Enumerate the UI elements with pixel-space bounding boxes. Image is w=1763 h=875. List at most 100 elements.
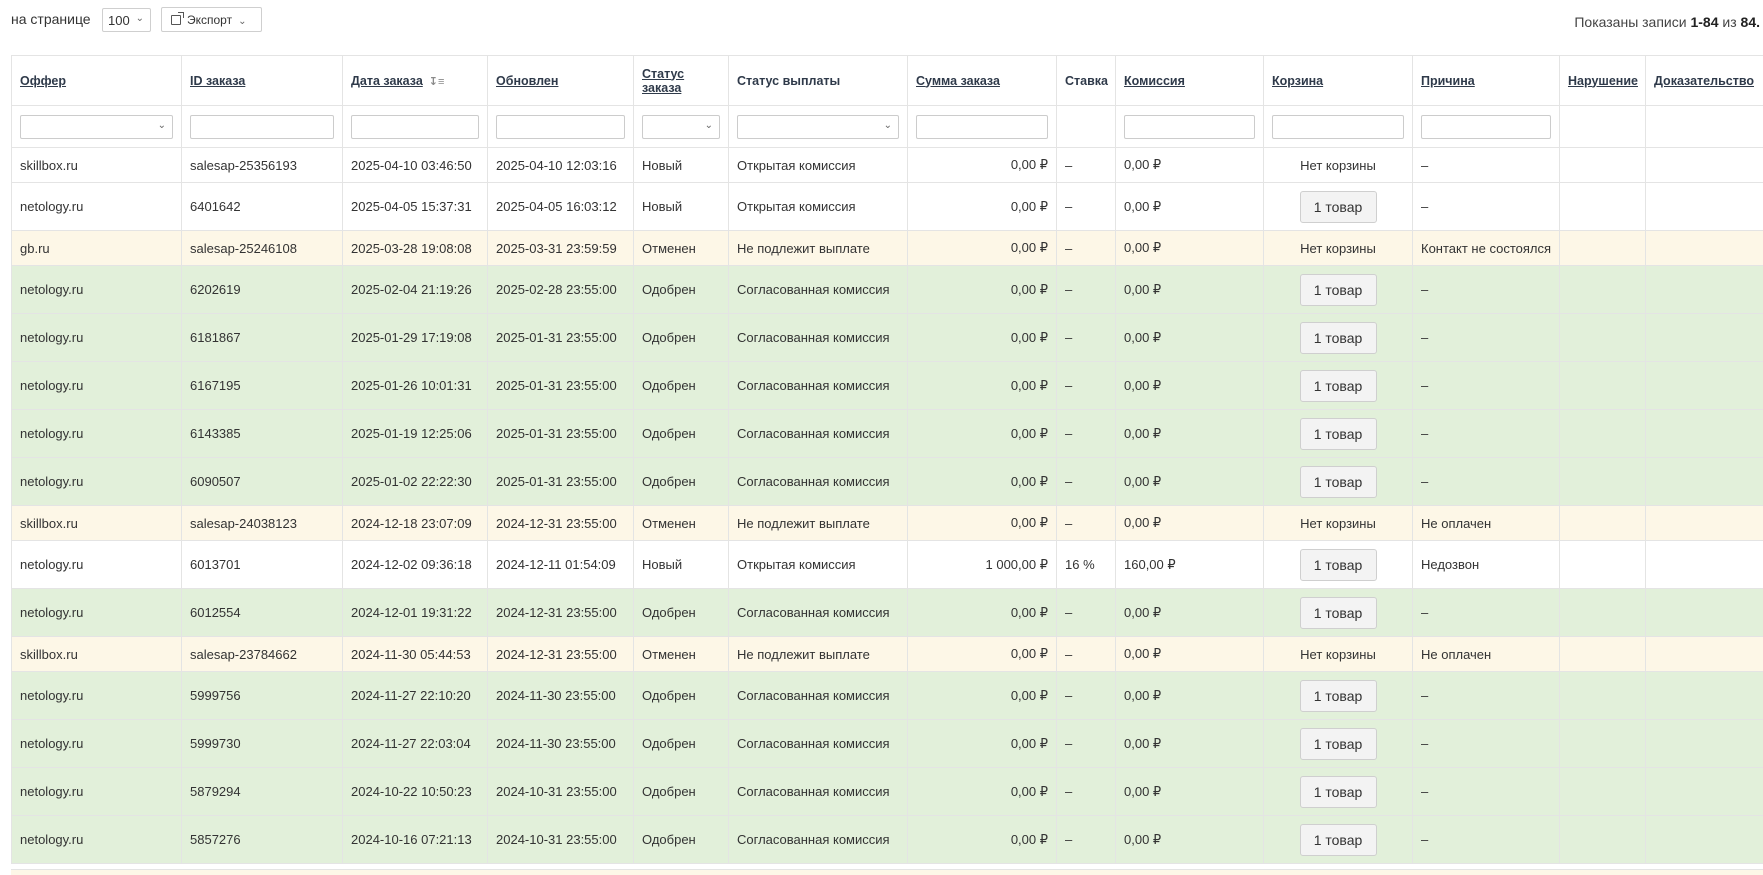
order-status-cell: Одобрен bbox=[633, 265, 729, 314]
order-date-cell: 2024-12-18 23:07:09 bbox=[342, 505, 488, 541]
cart-cell: Нет корзины bbox=[1263, 505, 1413, 541]
payout-status-cell: Открытая комиссия bbox=[728, 182, 908, 231]
sort-reason-link[interactable]: Причина bbox=[1421, 74, 1475, 88]
filter-cell bbox=[1056, 105, 1116, 148]
cart-button[interactable]: 1 товар bbox=[1299, 417, 1377, 450]
cart-cell: 1 товар bbox=[1263, 540, 1413, 589]
filter-cell bbox=[1559, 105, 1646, 148]
rate-cell: – bbox=[1056, 361, 1116, 410]
payout-status-cell: Согласованная комиссия bbox=[728, 767, 908, 816]
proof-cell bbox=[1645, 182, 1763, 231]
reason-cell: Недозвон bbox=[1412, 540, 1560, 589]
order-id-cell: 5879294 bbox=[181, 767, 343, 816]
col-offer-header[interactable]: Оффер bbox=[11, 55, 182, 106]
order-date-cell: 2025-02-04 21:19:26 bbox=[342, 265, 488, 314]
cart-filter-input[interactable] bbox=[1272, 114, 1404, 139]
cart-button[interactable]: 1 товар bbox=[1299, 548, 1377, 581]
order-sum-cell: 0,00 ₽ bbox=[907, 767, 1057, 816]
cart-cell: Нет корзины bbox=[1263, 147, 1413, 183]
col-cart-header[interactable]: Корзина bbox=[1263, 55, 1413, 106]
reason-filter-input[interactable] bbox=[1421, 114, 1551, 139]
summary-middle: из bbox=[1718, 14, 1741, 30]
proof-cell bbox=[1645, 313, 1763, 362]
payout-status-filter-select[interactable]: ⌄ bbox=[737, 114, 899, 139]
order-date-cell: 2024-12-02 09:36:18 bbox=[342, 540, 488, 589]
sort-desc-icon[interactable]: ↧≡ bbox=[429, 75, 445, 88]
col-order-id-header[interactable]: ID заказа bbox=[181, 55, 343, 106]
sort-order-date-link[interactable]: Дата заказа bbox=[351, 74, 423, 88]
reason-cell: – bbox=[1412, 767, 1560, 816]
offer-cell: skillbox.ru bbox=[11, 147, 182, 183]
sort-updated-link[interactable]: Обновлен bbox=[496, 74, 558, 88]
offer-filter-select[interactable]: ⌄ bbox=[20, 114, 173, 139]
cart-button[interactable]: 1 товар bbox=[1299, 596, 1377, 629]
offer-cell: gb.ru bbox=[11, 230, 182, 266]
sort-cart-link[interactable]: Корзина bbox=[1272, 74, 1323, 88]
updated-filter-input[interactable] bbox=[496, 114, 625, 139]
col-violation-header[interactable]: Нарушение bbox=[1559, 55, 1646, 106]
order-status-filter-select[interactable]: ⌄ bbox=[642, 114, 720, 139]
violation-cell bbox=[1559, 636, 1646, 672]
cart-button[interactable]: 1 товар bbox=[1299, 273, 1377, 306]
filter-cell: ⌄ bbox=[728, 105, 908, 148]
commission-cell: 0,00 ₽ bbox=[1115, 147, 1264, 183]
sort-order-id-link[interactable]: ID заказа bbox=[190, 74, 245, 88]
sort-proof-link[interactable]: Доказательство bbox=[1654, 74, 1754, 88]
sort-order-sum-link[interactable]: Сумма заказа bbox=[916, 74, 1000, 88]
sort-commission-link[interactable]: Комиссия bbox=[1124, 74, 1185, 88]
payout-status-label: Статус выплаты bbox=[737, 73, 841, 88]
proof-cell bbox=[1645, 540, 1763, 589]
order-id-cell: salesap-25356193 bbox=[181, 147, 343, 183]
col-reason-header[interactable]: Причина bbox=[1412, 55, 1560, 106]
violation-cell bbox=[1559, 313, 1646, 362]
reason-cell: – bbox=[1412, 719, 1560, 768]
order-sum-cell: 0,00 ₽ bbox=[907, 313, 1057, 362]
col-updated-header[interactable]: Обновлен bbox=[487, 55, 634, 106]
cart-cell: 1 товар bbox=[1263, 671, 1413, 720]
cart-button[interactable]: 1 товар bbox=[1299, 823, 1377, 856]
export-button[interactable]: Экспорт ⌄ bbox=[161, 7, 262, 32]
cart-button[interactable]: 1 товар bbox=[1299, 369, 1377, 402]
order-date-cell: 2024-12-01 19:31:22 bbox=[342, 588, 488, 637]
col-order-status-header[interactable]: Статус заказа bbox=[633, 55, 729, 106]
violation-cell bbox=[1559, 147, 1646, 183]
commission-cell: 0,00 ₽ bbox=[1115, 505, 1264, 541]
filter-cell bbox=[1412, 105, 1560, 148]
cart-button[interactable]: 1 товар bbox=[1299, 190, 1377, 223]
filter-cell bbox=[181, 105, 343, 148]
updated-cell: 2024-10-31 23:55:00 bbox=[487, 815, 634, 864]
table-row: netology.ru 6202619 2025-02-04 21:19:26 202… bbox=[11, 265, 1763, 314]
commission-cell: 0,00 ₽ bbox=[1115, 230, 1264, 266]
order-sum-filter-input[interactable] bbox=[916, 114, 1048, 139]
order-date-filter-input[interactable] bbox=[351, 114, 479, 139]
sort-order-status-link[interactable]: Статус заказа bbox=[642, 67, 684, 95]
updated-cell: 2024-12-11 01:54:09 bbox=[487, 540, 634, 589]
col-proof-header[interactable]: Доказательство bbox=[1645, 55, 1763, 106]
proof-cell bbox=[1645, 147, 1763, 183]
cart-button[interactable]: 1 товар bbox=[1299, 727, 1377, 760]
reason-cell: Не оплачен bbox=[1412, 636, 1560, 672]
cart-button[interactable]: 1 товар bbox=[1299, 465, 1377, 498]
cart-button[interactable]: 1 товар bbox=[1299, 679, 1377, 712]
per-page-select[interactable]: 100 ⌄ bbox=[102, 8, 151, 32]
sort-offer-link[interactable]: Оффер bbox=[20, 74, 66, 88]
order-status-cell: Одобрен bbox=[633, 815, 729, 864]
table-row: gb.ru salesap-25246108 2025-03-28 19:08:08… bbox=[11, 230, 1763, 266]
chevron-down-icon: ⌄ bbox=[238, 16, 247, 27]
col-commission-header[interactable]: Комиссия bbox=[1115, 55, 1264, 106]
table-row: netology.ru 5999730 2024-11-27 22:03:04 202… bbox=[11, 719, 1763, 768]
cart-button[interactable]: 1 товар bbox=[1299, 775, 1377, 808]
updated-cell: 2024-12-31 23:55:00 bbox=[487, 588, 634, 637]
proof-cell bbox=[1645, 671, 1763, 720]
sort-violation-link[interactable]: Нарушение bbox=[1568, 74, 1638, 88]
col-order-sum-header[interactable]: Сумма заказа bbox=[907, 55, 1057, 106]
col-order-date-header[interactable]: Дата заказа ↧≡ bbox=[342, 55, 488, 106]
updated-cell: 2025-01-31 23:55:00 bbox=[487, 457, 634, 506]
cart-button[interactable]: 1 товар bbox=[1299, 321, 1377, 354]
commission-filter-input[interactable] bbox=[1124, 114, 1255, 139]
order-id-filter-input[interactable] bbox=[190, 114, 334, 139]
payout-status-cell: Не подлежит выплате bbox=[728, 230, 908, 266]
offer-cell: netology.ru bbox=[11, 671, 182, 720]
rate-cell: – bbox=[1056, 230, 1116, 266]
payout-status-cell: Открытая комиссия bbox=[728, 540, 908, 589]
